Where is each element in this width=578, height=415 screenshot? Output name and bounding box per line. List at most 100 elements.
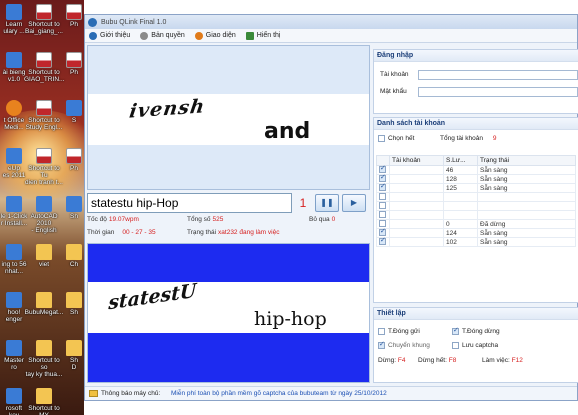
switch-frame-checkbox[interactable]: Chuyển khung xyxy=(378,340,430,349)
stat-time-label: Thời gian xyxy=(87,229,115,236)
table-row[interactable]: 124Sẵn sàng xyxy=(376,227,576,238)
checkbox-icon xyxy=(452,342,459,349)
folder-icon xyxy=(66,292,82,308)
desktop-icon[interactable]: Sh xyxy=(54,196,84,220)
stat-skip: Bỏ qua 0 xyxy=(309,216,335,223)
checkbox-checked-icon xyxy=(379,227,386,237)
password-input[interactable] xyxy=(418,87,578,97)
menu-display-label: Hiển thị xyxy=(256,32,281,39)
folder-icon xyxy=(66,244,82,260)
stat-time-value: 00 - 27 - 35 xyxy=(122,229,156,236)
app-icon xyxy=(36,196,52,212)
title-bar: Bubu QLink Final 1.0 xyxy=(85,15,577,29)
checkbox-icon xyxy=(379,202,386,210)
pdf-icon xyxy=(36,4,52,20)
folder-icon xyxy=(36,388,52,404)
desktop-background: Learn ulary ... Shortcut to Bai_giang_...… xyxy=(0,0,84,415)
col-status[interactable]: Trạng thái xyxy=(477,155,576,166)
row-account xyxy=(389,174,444,184)
row-count: 128 xyxy=(443,174,478,184)
desktop-icon[interactable]: Sh D xyxy=(54,340,84,371)
row-checkbox-cell[interactable] xyxy=(376,210,390,220)
auto-send-checkbox[interactable]: T.Đóng gửi xyxy=(378,328,420,335)
table-row[interactable]: 128Sẵn sàng xyxy=(376,173,576,184)
key-icon xyxy=(140,31,149,40)
menu-interface-label: Giao diện xyxy=(205,32,236,39)
stat-speed-value: 19.07wpm xyxy=(108,216,139,223)
app-icon xyxy=(6,196,22,212)
desktop-icon[interactable]: Sh xyxy=(54,292,84,316)
row-count xyxy=(443,201,478,211)
table-row[interactable]: 102Sẵn sàng xyxy=(376,236,576,247)
row-account xyxy=(389,219,444,229)
menu-bar: Giới thiệu Bản quyền Giao diện Hiển thị xyxy=(85,29,577,43)
save-captcha-checkbox[interactable]: Lưu captcha xyxy=(452,342,498,349)
desktop-icon-label: Ch xyxy=(69,261,79,268)
server-notice-label: Thông báo máy chủ: xyxy=(101,390,161,397)
desktop-icon[interactable]: Ph xyxy=(54,148,84,172)
table-row[interactable]: 0 Đã dừng xyxy=(376,219,576,229)
answer-row: statestu hip-Hop 1 ❚❚ ▶ xyxy=(87,193,370,213)
row-count xyxy=(443,192,478,202)
col-count[interactable]: S.Lư... xyxy=(443,155,478,166)
app-icon xyxy=(66,196,82,212)
select-all-checkbox[interactable]: Chọn hết xyxy=(378,135,414,142)
stat-status-label: Trạng thái xyxy=(187,229,217,236)
row-checkbox-cell[interactable] xyxy=(376,182,390,193)
row-count: 124 xyxy=(443,228,478,238)
stat-skip-label: Bỏ qua xyxy=(309,216,330,223)
username-input[interactable] xyxy=(418,70,578,80)
checkbox-checked-icon xyxy=(452,326,459,335)
menu-display[interactable]: Hiển thị xyxy=(245,31,281,40)
preview-word-2: hip-hop xyxy=(254,308,327,330)
desktop-icon[interactable]: Shortcut to MY book ... compressed xyxy=(24,388,64,415)
folder-icon xyxy=(36,340,52,356)
palette-icon xyxy=(194,31,203,40)
stat-total-label: Tổng số xyxy=(187,216,211,223)
auto-stop-checkbox[interactable]: T.Đóng dừng xyxy=(452,326,500,336)
checkbox-icon xyxy=(379,220,386,228)
menu-interface[interactable]: Giao diện xyxy=(194,31,236,40)
app-icon xyxy=(6,244,22,260)
row-checkbox-cell[interactable] xyxy=(376,201,390,211)
row-status xyxy=(477,192,576,202)
play-button[interactable]: ▶ xyxy=(342,194,366,212)
stat-speed: Tốc độ 19.07wpm xyxy=(87,216,139,223)
password-label: Mật khẩu xyxy=(380,88,407,95)
row-checkbox-cell[interactable] xyxy=(376,236,390,247)
settings-panel: Thiết lập T.Đóng gửi T.Đóng dừng Chuyển … xyxy=(373,307,578,383)
accounts-panel: Danh sách tài khoản Chọn hết Tổng tài kh… xyxy=(373,117,578,303)
table-header: Tài khoản S.Lư... Trạng thái xyxy=(376,155,576,166)
col-account[interactable]: Tài khoản xyxy=(389,155,444,166)
row-account xyxy=(389,192,444,202)
table-row[interactable] xyxy=(376,201,576,211)
checkbox-checked-icon xyxy=(379,164,386,174)
menu-license[interactable]: Bản quyền xyxy=(140,31,185,40)
desktop-icon[interactable]: S xyxy=(54,100,84,124)
media-icon xyxy=(6,100,22,116)
captcha-display: ivensh and xyxy=(87,45,370,190)
display-icon xyxy=(245,31,254,40)
answer-counter: 1 xyxy=(299,196,307,210)
table-row[interactable]: 125Sẵn sàng xyxy=(376,182,576,193)
table-row[interactable] xyxy=(376,210,576,220)
row-count xyxy=(443,210,478,220)
stat-speed-label: Tốc độ xyxy=(87,216,107,223)
desktop-icon[interactable]: Ch xyxy=(54,244,84,268)
pdf-icon xyxy=(66,52,82,68)
menu-about[interactable]: Giới thiệu xyxy=(89,31,130,40)
desktop-icon[interactable]: Ph xyxy=(54,4,84,28)
desktop-icon-label: Ph xyxy=(70,69,78,76)
table-row[interactable] xyxy=(376,192,576,202)
auto-stop-label: T.Đóng dừng xyxy=(462,328,500,336)
table-row[interactable]: 46Sẵn sàng xyxy=(376,164,576,175)
row-account xyxy=(389,201,444,211)
pdf-icon xyxy=(36,52,52,68)
checkbox-checked-icon xyxy=(379,182,386,192)
pause-button[interactable]: ❚❚ xyxy=(315,194,339,212)
stat-total-value: 525 xyxy=(212,216,224,223)
row-status: Sẵn sàng xyxy=(477,228,576,238)
answer-input[interactable]: statestu hip-Hop xyxy=(87,193,292,213)
row-checkbox-cell[interactable] xyxy=(376,192,390,202)
desktop-icon[interactable]: Ph xyxy=(54,52,84,76)
